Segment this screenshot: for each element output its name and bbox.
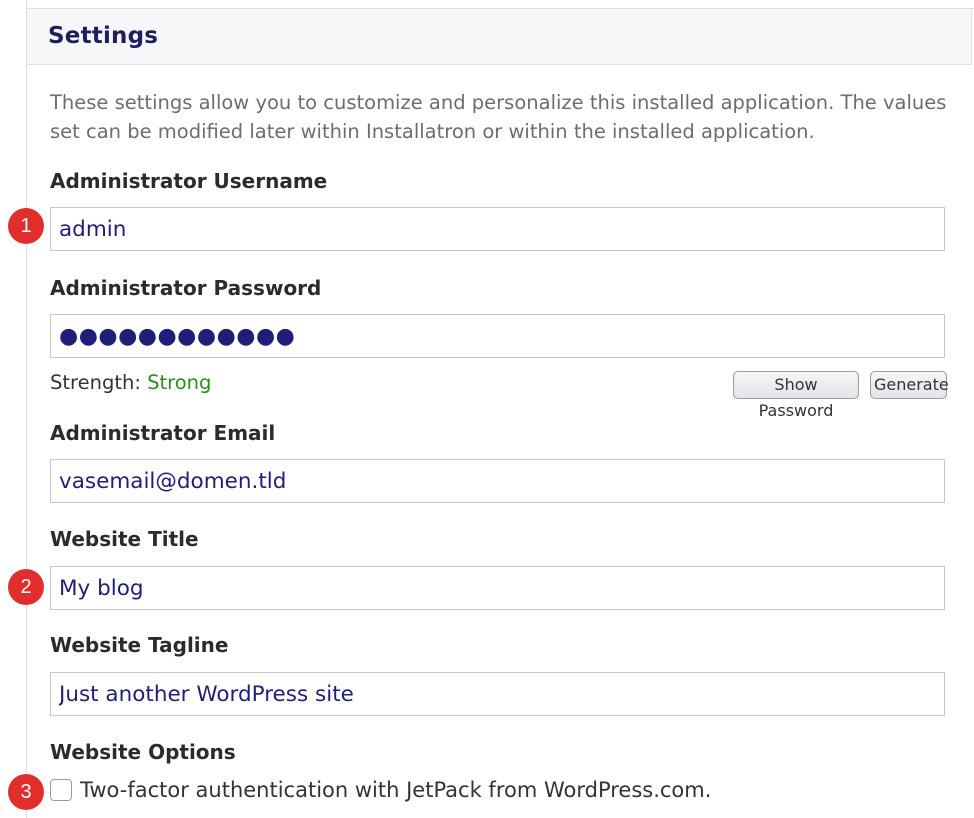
- generate-password-button[interactable]: Generate: [870, 371, 949, 399]
- step-badge-2: 2: [8, 569, 44, 605]
- password-strength: Strength: Strong: [50, 371, 211, 394]
- step-badge-1: 1: [8, 208, 44, 244]
- step-badge-3: 3: [8, 774, 44, 810]
- website-options-label: Website Options: [50, 740, 236, 764]
- admin-password-input[interactable]: [50, 314, 945, 358]
- strength-value: Strong: [147, 371, 212, 394]
- panel-title: Settings: [48, 23, 159, 49]
- website-tagline-label: Website Tagline: [50, 633, 229, 657]
- admin-username-label: Administrator Username: [50, 169, 328, 193]
- website-title-label: Website Title: [50, 527, 199, 551]
- settings-description: These settings allow you to customize an…: [50, 91, 947, 143]
- show-password-button[interactable]: Show Password: [733, 371, 859, 420]
- admin-email-input[interactable]: [50, 459, 945, 503]
- admin-password-label: Administrator Password: [50, 276, 322, 300]
- two-factor-label[interactable]: Two-factor authentication with JetPack f…: [80, 778, 711, 802]
- strength-label: Strength:: [50, 371, 141, 394]
- admin-username-input[interactable]: [50, 207, 945, 251]
- two-factor-checkbox[interactable]: [50, 779, 72, 801]
- admin-email-label: Administrator Email: [50, 421, 276, 445]
- website-title-input[interactable]: [50, 566, 945, 610]
- website-tagline-input[interactable]: [50, 672, 945, 716]
- settings-header: Settings: [27, 9, 972, 65]
